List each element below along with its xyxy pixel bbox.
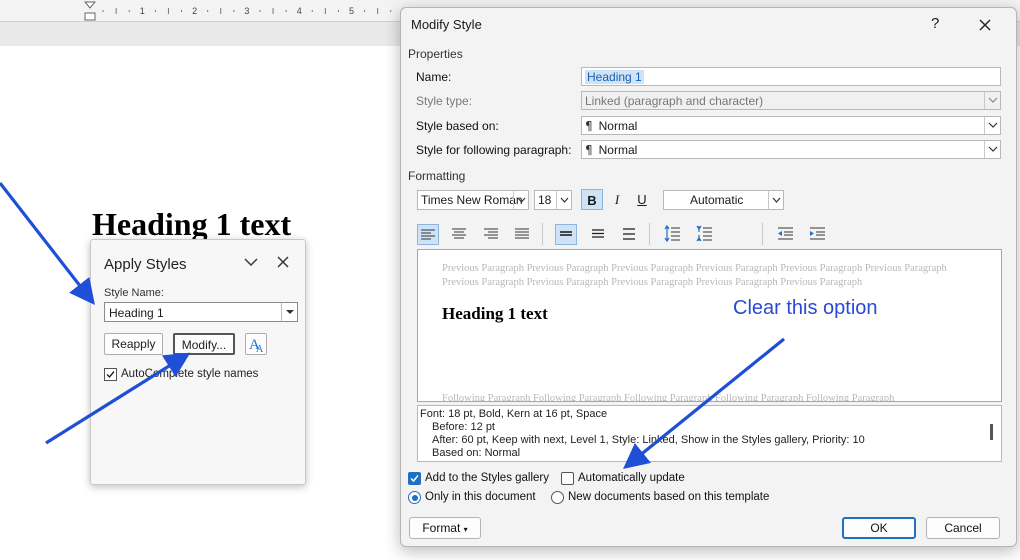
justify-icon[interactable]	[511, 224, 533, 245]
name-label: Name:	[416, 70, 452, 84]
ruler-number: 4	[297, 6, 302, 16]
increase-indent-icon[interactable]	[806, 224, 828, 245]
font-name-select[interactable]: Times New Roman	[417, 190, 529, 210]
apply-styles-pane: Apply Styles Style Name: Heading 1 Reapp…	[90, 239, 306, 485]
caret-down-icon: ▾	[463, 525, 468, 534]
align-center-icon[interactable]	[448, 224, 470, 245]
preview-heading: Heading 1 text	[442, 304, 548, 323]
based-on-label: Style based on:	[416, 119, 499, 133]
chevron-down-icon[interactable]	[984, 141, 1000, 158]
description-line: Based on: Normal	[432, 447, 521, 459]
name-field[interactable]: Heading 1	[581, 67, 1001, 86]
font-size-select[interactable]: 18	[534, 190, 572, 210]
properties-section-label: Properties	[408, 47, 463, 61]
font-name-value: Times New Roman	[421, 193, 523, 207]
cancel-button[interactable]: Cancel	[926, 517, 1000, 539]
align-right-icon[interactable]	[480, 224, 502, 245]
add-to-gallery-label[interactable]: Add to the Styles gallery	[425, 472, 549, 484]
single-spacing-icon[interactable]	[555, 224, 577, 245]
description-line: After: 60 pt, Keep with next, Level 1, S…	[432, 434, 865, 446]
add-to-gallery-checkbox[interactable]	[408, 472, 421, 485]
font-size-value: 18	[538, 193, 552, 207]
chevron-down-icon[interactable]	[984, 117, 1000, 134]
name-value[interactable]: Heading 1	[585, 70, 644, 84]
description-scrollbar[interactable]	[990, 424, 993, 440]
close-icon[interactable]	[974, 14, 996, 36]
toolbar-separator	[762, 223, 763, 245]
automatically-update-label[interactable]: Automatically update	[578, 472, 685, 484]
paragraph-mark-icon: ¶	[585, 119, 593, 133]
underline-button[interactable]: U	[631, 189, 653, 210]
chevron-down-icon[interactable]	[768, 191, 783, 209]
document-heading[interactable]: Heading 1 text	[92, 206, 291, 243]
style-type-select: Linked (paragraph and character)	[581, 91, 1001, 110]
description-line: Before: 12 pt	[432, 421, 495, 433]
autocomplete-checkbox[interactable]	[104, 368, 117, 381]
bold-button[interactable]: B	[581, 189, 603, 210]
styles-font-icon[interactable]: A A	[245, 333, 267, 355]
ok-button[interactable]: OK	[842, 517, 916, 539]
style-type-value: Linked (paragraph and character)	[585, 94, 764, 108]
new-documents-label[interactable]: New documents based on this template	[568, 491, 769, 503]
annotation-text: Clear this option	[733, 297, 878, 319]
format-button[interactable]: Format ▾	[409, 517, 481, 539]
chevron-down-icon[interactable]	[241, 252, 261, 272]
indent-marker-icon[interactable]	[83, 1, 97, 9]
style-name-label: Style Name:	[104, 287, 164, 299]
toolbar-separator	[542, 223, 543, 245]
following-paragraph-preview: Following Paragraph Following Paragraph …	[442, 393, 895, 402]
close-icon[interactable]	[273, 252, 293, 272]
one-half-spacing-icon[interactable]	[587, 224, 609, 245]
style-type-label: Style type:	[416, 94, 473, 108]
help-button[interactable]: ?	[931, 15, 939, 32]
chevron-down-icon[interactable]	[556, 191, 571, 209]
autocomplete-label[interactable]: AutoComplete style names	[121, 368, 258, 380]
space-before-icon[interactable]	[661, 224, 683, 245]
font-color-select[interactable]: Automatic	[663, 190, 784, 210]
apply-styles-title: Apply Styles	[104, 256, 187, 273]
style-name-combobox[interactable]: Heading 1	[104, 302, 298, 322]
style-name-value[interactable]: Heading 1	[109, 306, 164, 320]
toolbar-separator	[649, 223, 650, 245]
indent-marker-icon[interactable]	[84, 12, 96, 21]
style-preview: Previous Paragraph Previous Paragraph Pr…	[417, 249, 1002, 402]
style-description: Font: 18 pt, Bold, Kern at 16 pt, Space …	[417, 405, 1002, 462]
only-this-document-label[interactable]: Only in this document	[425, 491, 536, 503]
formatting-section-label: Formatting	[408, 169, 466, 183]
italic-button[interactable]: I	[606, 189, 628, 210]
modify-style-dialog: Modify Style ? Properties Name: Heading …	[400, 7, 1017, 547]
automatically-update-checkbox[interactable]	[561, 472, 574, 485]
following-paragraph-label: Style for following paragraph:	[416, 143, 572, 157]
font-color-value: Automatic	[690, 193, 744, 207]
following-value: Normal	[598, 143, 638, 157]
only-this-document-radio[interactable]	[408, 491, 421, 504]
ruler-number: 3	[244, 6, 249, 16]
reapply-button[interactable]: Reapply	[104, 333, 163, 355]
align-left-icon[interactable]	[417, 224, 439, 245]
ruler-number: 5	[349, 6, 354, 16]
chevron-down-icon	[984, 92, 1000, 109]
decrease-indent-icon[interactable]	[774, 224, 796, 245]
chevron-down-icon[interactable]	[513, 191, 528, 209]
format-button-label: Format	[422, 521, 461, 535]
following-paragraph-select[interactable]: ¶ Normal	[581, 140, 1001, 159]
dropdown-arrow-icon[interactable]	[281, 303, 297, 321]
space-after-icon[interactable]	[693, 224, 715, 245]
dialog-title: Modify Style	[411, 17, 482, 32]
new-documents-radio[interactable]	[551, 491, 564, 504]
previous-paragraph-preview: Previous Paragraph Previous Paragraph Pr…	[442, 263, 947, 288]
paragraph-mark-icon: ¶	[585, 143, 593, 157]
ruler-number: 2	[192, 6, 197, 16]
based-on-value: Normal	[598, 119, 638, 133]
ruler-number: 1	[140, 6, 145, 16]
based-on-select[interactable]: ¶ Normal	[581, 116, 1001, 135]
modify-button[interactable]: Modify...	[173, 333, 235, 355]
svg-text:A: A	[256, 344, 264, 354]
description-line: Font: 18 pt, Bold, Kern at 16 pt, Space	[420, 408, 608, 420]
double-spacing-icon[interactable]	[618, 224, 640, 245]
